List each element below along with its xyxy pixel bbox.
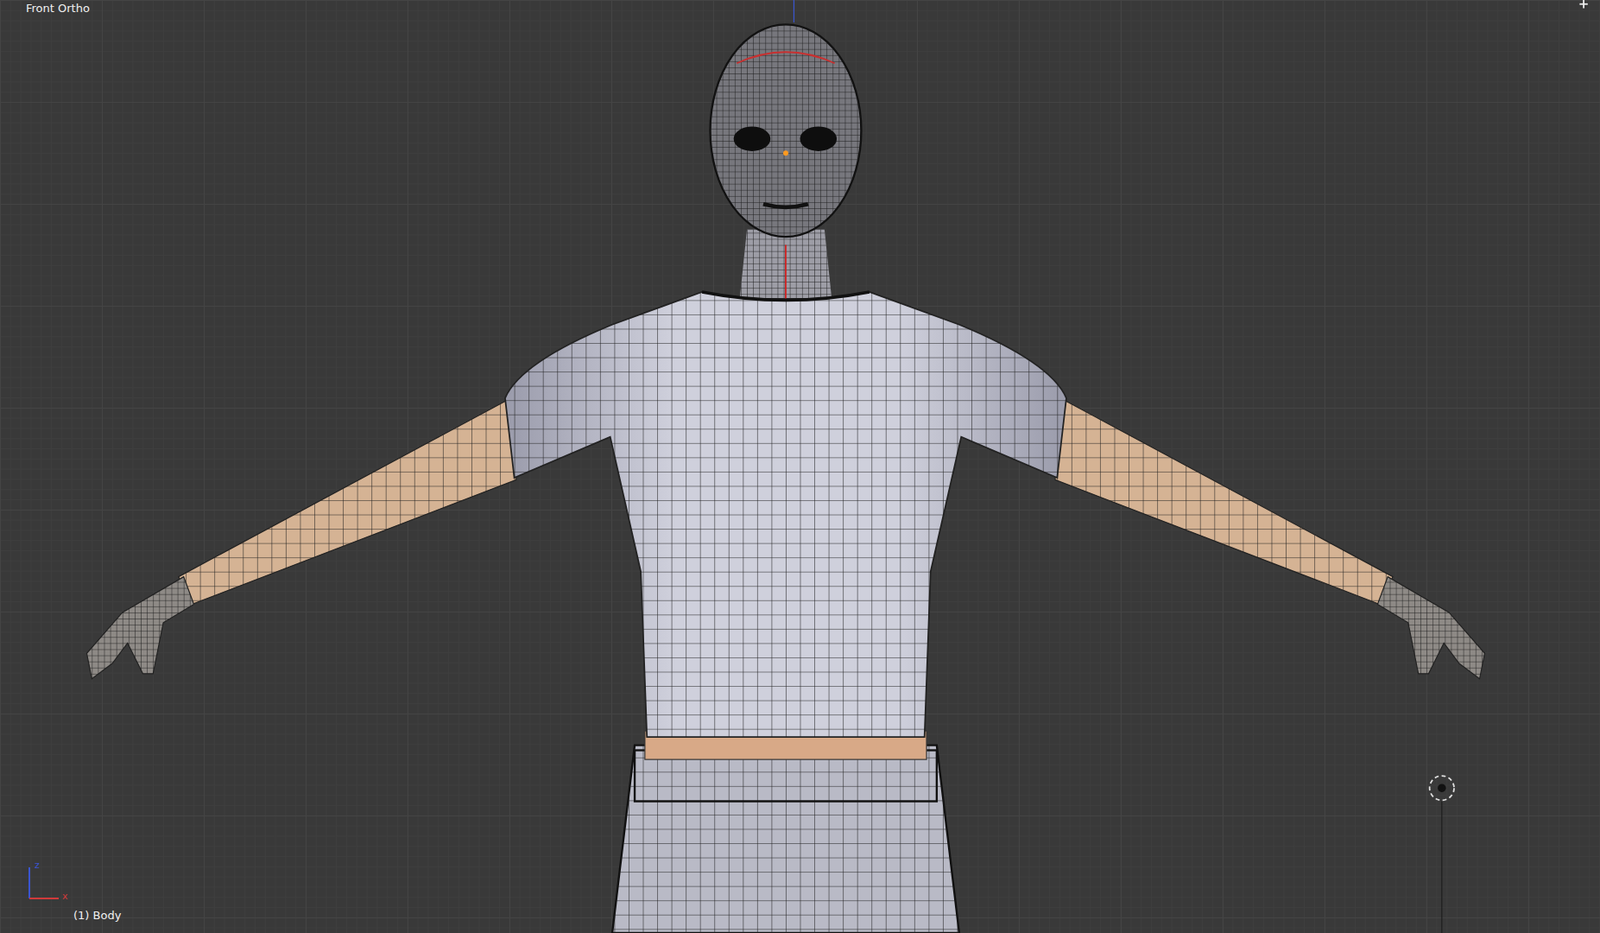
- object-label: (1) Body: [73, 908, 121, 923]
- x-axis-label: x: [62, 891, 69, 902]
- z-axis-label: z: [34, 860, 40, 871]
- left-arm: [86, 399, 517, 679]
- right-eye: [800, 126, 838, 152]
- split-area-icon[interactable]: [1579, 0, 1588, 8]
- mouth: [763, 203, 809, 208]
- axis-line: [793, 0, 795, 23]
- shirt: [505, 291, 1067, 737]
- 3d-viewport[interactable]: Front Ortho x z (1) Body: [0, 0, 1600, 933]
- origin-dot: [783, 150, 789, 156]
- left-eye: [733, 126, 772, 152]
- character-model[interactable]: [0, 0, 1600, 933]
- right-arm: [1055, 399, 1486, 679]
- head: [710, 24, 862, 237]
- neck: [739, 229, 832, 302]
- pants: [612, 745, 960, 933]
- view-name: Front Ortho: [25, 1, 90, 16]
- axis-icon: [24, 860, 76, 904]
- 3d-cursor-icon[interactable]: [1429, 775, 1455, 933]
- axis-gizmo: x z: [24, 860, 85, 909]
